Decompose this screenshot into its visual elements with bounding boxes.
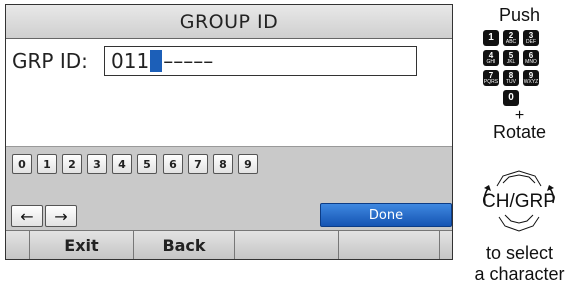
digit-key-6[interactable]: 6 (163, 154, 183, 174)
back-softkey[interactable]: Back (133, 231, 234, 259)
softkey-bar: Exit Back (6, 230, 452, 259)
screen-title: GROUP ID (6, 5, 452, 39)
dial-label: CH/GRP (482, 191, 556, 212)
exit-softkey[interactable]: Exit (29, 231, 133, 259)
digit-key-1[interactable]: 1 (37, 154, 57, 174)
done-button[interactable]: Done (320, 203, 452, 227)
softkey-3[interactable] (234, 231, 338, 259)
softkey-edge-right (439, 231, 452, 259)
instruction-panel: Push 1 2 ABC 3 DEF 4 GHI 5 JKL 6 MNO 7 PQRS 8T… (458, 0, 581, 289)
blank-slots: ––––– (163, 49, 214, 73)
cursor-left-button[interactable]: ← (11, 205, 43, 227)
keypad-key-5-icon: 5 JKL (503, 50, 519, 66)
keypad-key-3-icon: 3 DEF (523, 30, 539, 46)
keypad-key-6-icon: 6 MNO (523, 50, 539, 66)
keypad-key-0-icon: 0 (503, 90, 519, 106)
to-select-label: to select (485, 243, 554, 263)
softkey-4[interactable] (338, 231, 439, 259)
keypad-key-9-icon: 9 WXYZ (523, 70, 539, 86)
digit-key-3[interactable]: 3 (87, 154, 107, 174)
keypad-key-4-icon: 4 GHI (483, 50, 499, 66)
keypad-key-7-icon: 7 PQRS (483, 70, 499, 86)
digit-key-5[interactable]: 5 (137, 154, 157, 174)
push-label: Push (498, 5, 541, 25)
digit-key-7[interactable]: 7 (188, 154, 208, 174)
digit-key-4[interactable]: 4 (112, 154, 132, 174)
a-character-label: a character (474, 264, 565, 284)
cursor-right-button[interactable]: → (45, 205, 77, 227)
keypad-key-8-icon: 8 TUV (503, 70, 519, 86)
grp-id-input[interactable]: 011 ––––– (104, 46, 417, 76)
digit-key-2[interactable]: 2 (62, 154, 82, 174)
grp-id-label: GRP ID: (12, 49, 88, 73)
grp-id-value: 011 (111, 49, 150, 73)
ch-grp-dial-icon: CH/GRP (482, 170, 556, 232)
text-cursor (150, 50, 163, 72)
keypad-key-1-icon: 1 (483, 30, 499, 46)
digit-key-8[interactable]: 8 (213, 154, 233, 174)
rotate-label: Rotate (492, 122, 547, 142)
radio-screen: GROUP ID GRP ID: 011 ––––– 0 1 2 3 4 5 6… (5, 4, 453, 260)
digit-key-0[interactable]: 0 (12, 154, 32, 174)
digit-key-9[interactable]: 9 (238, 154, 258, 174)
softkey-edge (6, 231, 29, 259)
keypad-key-2-icon: 2 ABC (503, 30, 519, 46)
character-keypad: 0 1 2 3 4 5 6 7 8 9 ← → Done (6, 146, 452, 231)
